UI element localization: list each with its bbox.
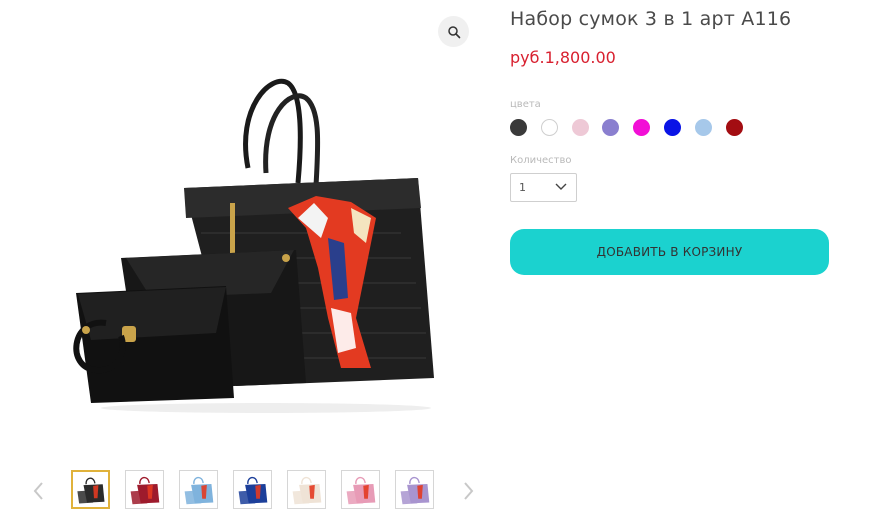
quantity-value: 1 <box>519 181 526 194</box>
zoom-button[interactable] <box>438 16 469 47</box>
magnifier-icon <box>447 25 460 38</box>
thumbnail-image <box>180 471 217 508</box>
color-swatch[interactable] <box>571 119 589 136</box>
thumbnails-next-button[interactable] <box>459 478 479 504</box>
color-swatch[interactable] <box>664 119 681 136</box>
thumbnail-image <box>342 471 379 508</box>
chevron-right-icon <box>464 482 474 500</box>
color-swatch[interactable] <box>510 119 527 136</box>
quantity-label: Количество <box>510 155 572 166</box>
add-to-cart-button[interactable]: ДОБАВИТЬ В КОРЗИНУ <box>510 229 829 275</box>
color-swatch[interactable] <box>602 119 620 136</box>
color-swatches <box>510 119 750 137</box>
color-swatch[interactable] <box>540 119 558 136</box>
thumbnail-image <box>234 471 271 508</box>
color-swatch[interactable] <box>694 119 712 136</box>
thumbnail-image <box>73 472 108 507</box>
quantity-select[interactable]: 1 <box>510 173 577 202</box>
gallery-thumbnail[interactable] <box>341 470 380 509</box>
product-title: Набор сумок 3 в 1 арт А116 <box>510 8 792 30</box>
chevron-left-icon <box>33 482 43 500</box>
thumbnails-prev-button[interactable] <box>28 478 48 504</box>
thumbnail-image <box>126 471 163 508</box>
gallery-thumbnail[interactable] <box>287 470 326 509</box>
gallery-thumbnail[interactable] <box>233 470 272 509</box>
gallery-thumbnail[interactable] <box>125 470 164 509</box>
color-swatch[interactable] <box>725 119 743 136</box>
gallery-thumbnail[interactable] <box>179 470 218 509</box>
thumbnail-image <box>396 471 433 508</box>
colors-label: цвета <box>510 99 541 110</box>
gallery-thumbnail[interactable] <box>71 470 110 509</box>
main-product-image[interactable] <box>66 68 436 413</box>
chevron-down-icon <box>555 183 567 190</box>
gallery-thumbnail[interactable] <box>395 470 434 509</box>
add-to-cart-label: ДОБАВИТЬ В КОРЗИНУ <box>596 245 743 259</box>
thumbnail-strip <box>0 468 490 514</box>
product-gallery <box>0 0 490 529</box>
thumbnail-image <box>288 471 325 508</box>
color-swatch[interactable] <box>633 119 651 136</box>
product-price: руб.1,800.00 <box>510 48 616 67</box>
